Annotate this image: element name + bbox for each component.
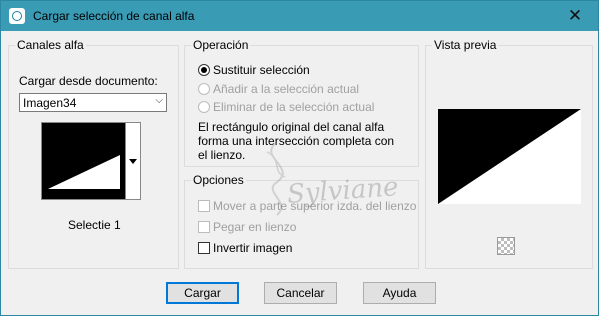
- checkbox-invert-image[interactable]: [198, 242, 210, 254]
- close-button[interactable]: ✕: [552, 1, 598, 31]
- channel-dropdown-button[interactable]: [126, 122, 141, 200]
- radio-add-selection-label[interactable]: Añadir a la selección actual: [213, 82, 359, 96]
- radio-add-selection[interactable]: [198, 83, 210, 95]
- checkbox-move-top-left[interactable]: [198, 200, 210, 212]
- load-button[interactable]: Cargar: [166, 282, 239, 304]
- channel-name: Selectie 1: [68, 218, 121, 232]
- checkbox-invert-image-label[interactable]: Invertir imagen: [213, 241, 292, 255]
- document-select-value: Imagen34: [23, 96, 77, 110]
- cancel-button[interactable]: Cancelar: [264, 282, 337, 304]
- transparency-checker-icon[interactable]: [497, 237, 515, 255]
- radio-replace-selection[interactable]: [198, 64, 210, 76]
- title-bar[interactable]: Cargar selección de canal alfa ✕: [1, 1, 598, 31]
- app-icon: [9, 8, 25, 24]
- description-line-1: El rectángulo original del canal alfa: [198, 120, 385, 134]
- channel-thumbnail-graphic: [48, 155, 120, 189]
- radio-remove-selection[interactable]: [198, 101, 210, 113]
- radio-replace-selection-label[interactable]: Sustituir selección: [213, 63, 310, 77]
- preview-graphic: [438, 109, 581, 204]
- channel-thumbnail[interactable]: [41, 122, 126, 200]
- operation-group-label: Operación: [191, 38, 251, 52]
- window-title: Cargar selección de canal alfa: [33, 9, 195, 23]
- preview-image: [438, 109, 581, 204]
- load-from-document-label: Cargar desde documento:: [19, 74, 158, 88]
- options-group-label: Opciones: [191, 173, 246, 187]
- close-icon: ✕: [567, 6, 583, 25]
- checkbox-paste-canvas-label[interactable]: Pegar en lienzo: [213, 220, 296, 234]
- checkbox-paste-canvas[interactable]: [198, 221, 210, 233]
- document-select[interactable]: Imagen34 ⌵: [19, 93, 167, 112]
- radio-remove-selection-label[interactable]: Eliminar de la selección actual: [213, 100, 374, 114]
- dialog-window: Cargar selección de canal alfa ✕ Canales…: [0, 0, 599, 316]
- preview-group-label: Vista previa: [432, 38, 499, 52]
- channels-group-label: Canales alfa: [15, 38, 86, 52]
- dropdown-arrow-icon: [129, 159, 137, 164]
- chevron-down-icon: ⌵: [155, 95, 163, 106]
- help-button[interactable]: Ayuda: [363, 282, 436, 304]
